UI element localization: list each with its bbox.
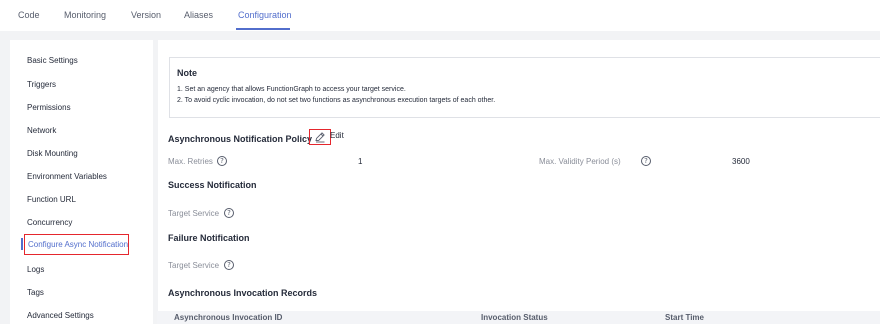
max-validity-value: 3600 [732, 157, 750, 166]
pencil-icon[interactable] [314, 130, 326, 143]
failure-notification-title: Failure Notification [168, 233, 250, 243]
tab-configuration[interactable]: Configuration [238, 10, 292, 20]
help-icon[interactable]: ? [217, 156, 227, 166]
tab-aliases[interactable]: Aliases [184, 10, 213, 20]
sidebar-item-tags[interactable]: Tags [27, 288, 44, 297]
note-line-2: 2. To avoid cyclic invocation, do not se… [177, 97, 496, 104]
top-tab-bar: Code Monitoring Version Aliases Configur… [0, 0, 880, 32]
tab-code[interactable]: Code [18, 10, 40, 20]
max-retries-label: Max. Retries [168, 157, 213, 166]
note-title: Note [177, 68, 197, 78]
records-title: Asynchronous Invocation Records [168, 288, 318, 298]
column-header-start-time: Start Time [665, 313, 704, 322]
failure-target-service-label: Target Service [168, 261, 220, 270]
sidebar-item-logs[interactable]: Logs [27, 265, 44, 274]
success-notification-title: Success Notification [168, 180, 257, 190]
column-header-invocation-id: Asynchronous Invocation ID [174, 313, 283, 322]
sidebar-item-function-url[interactable]: Function URL [27, 195, 76, 204]
sidebar-item-disk-mounting[interactable]: Disk Mounting [27, 149, 78, 158]
note-line-1: 1. Set an agency that allows FunctionGra… [177, 86, 406, 93]
sidebar-item-environment-variables[interactable]: Environment Variables [27, 172, 107, 181]
max-retries-value: 1 [358, 157, 363, 166]
max-validity-label: Max. Validity Period (s) [539, 157, 621, 166]
sidebar-item-triggers[interactable]: Triggers [27, 80, 56, 89]
help-icon[interactable]: ? [641, 156, 651, 166]
sidebar-item-permissions[interactable]: Permissions [27, 103, 71, 112]
success-target-service-label: Target Service [168, 209, 220, 218]
column-header-invocation-status: Invocation Status [481, 313, 548, 322]
sidebar-item-network[interactable]: Network [27, 126, 56, 135]
sidebar-item-advanced-settings[interactable]: Advanced Settings [27, 311, 94, 320]
sidebar-active-indicator [21, 238, 23, 250]
sidebar-item-concurrency[interactable]: Concurrency [27, 218, 72, 227]
edit-link[interactable]: Edit [330, 131, 344, 140]
help-icon[interactable]: ? [224, 260, 234, 270]
help-icon[interactable]: ? [224, 208, 234, 218]
active-tab-indicator [236, 28, 290, 30]
sidebar-item-basic-settings[interactable]: Basic Settings [27, 56, 78, 65]
tab-version[interactable]: Version [131, 10, 161, 20]
sidebar-item-configure-async-notification[interactable]: Configure Async Notification [28, 240, 128, 249]
policy-title: Asynchronous Notification Policy [168, 134, 313, 144]
tab-monitoring[interactable]: Monitoring [64, 10, 106, 20]
